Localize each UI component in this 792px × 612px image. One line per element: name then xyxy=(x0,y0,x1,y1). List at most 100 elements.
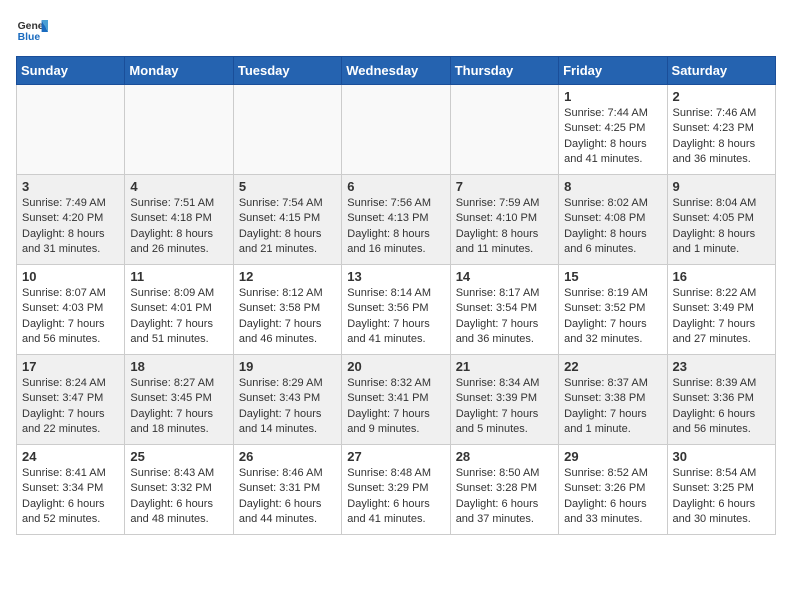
calendar-cell: 27Sunrise: 8:48 AMSunset: 3:29 PMDayligh… xyxy=(342,445,450,535)
day-info: Sunrise: 7:59 AMSunset: 4:10 PMDaylight:… xyxy=(456,196,553,258)
calendar-cell: 2 Sunrise: 7:46 AMSunset: 4:23 PMDaylight… xyxy=(667,85,775,175)
day-number: 17 xyxy=(22,359,119,374)
calendar-cell: 19 Sunrise: 8:29 AMSunset: 3:43 PMDayligh… xyxy=(233,355,341,445)
day-info: Sunrise: 8:27 AMSunset: 3:45 PMDaylight:… xyxy=(130,376,227,438)
calendar-cell: 6 Sunrise: 7:56 AMSunset: 4:13 PMDaylight… xyxy=(342,175,450,265)
day-info: Sunrise: 7:44 AMSunset: 4:25 PMDaylight:… xyxy=(564,106,661,168)
day-number: 18 xyxy=(130,359,227,374)
calendar-cell: 5 Sunrise: 7:54 AMSunset: 4:15 PMDaylight… xyxy=(233,175,341,265)
calendar-header: SundayMondayTuesdayWednesdayThursdayFrid… xyxy=(17,57,776,85)
day-header-friday: Friday xyxy=(559,57,667,85)
day-number: 3 xyxy=(22,179,119,194)
week-row-4: 17 Sunrise: 8:24 AMSunset: 3:47 PMDayligh… xyxy=(17,355,776,445)
day-info: Sunrise: 8:29 AMSunset: 3:43 PMDaylight:… xyxy=(239,376,336,438)
calendar-cell: 12 Sunrise: 8:12 AMSunset: 3:58 PMDayligh… xyxy=(233,265,341,355)
day-info: Sunrise: 8:14 AMSunset: 3:56 PMDaylight:… xyxy=(347,286,444,348)
calendar-cell: 7 Sunrise: 7:59 AMSunset: 4:10 PMDaylight… xyxy=(450,175,558,265)
day-number: 28 xyxy=(456,449,553,464)
day-info: Sunrise: 7:49 AMSunset: 4:20 PMDaylight:… xyxy=(22,196,119,258)
day-info: Sunrise: 7:54 AMSunset: 4:15 PMDaylight:… xyxy=(239,196,336,258)
day-info: Sunrise: 7:51 AMSunset: 4:18 PMDaylight:… xyxy=(130,196,227,258)
calendar-cell xyxy=(342,85,450,175)
day-info: Sunrise: 8:48 AMSunset: 3:29 PMDaylight:… xyxy=(347,466,444,528)
day-number: 6 xyxy=(347,179,444,194)
calendar-cell: 17 Sunrise: 8:24 AMSunset: 3:47 PMDayligh… xyxy=(17,355,125,445)
day-header-sunday: Sunday xyxy=(17,57,125,85)
week-row-1: 1 Sunrise: 7:44 AMSunset: 4:25 PMDaylight… xyxy=(17,85,776,175)
day-info: Sunrise: 8:19 AMSunset: 3:52 PMDaylight:… xyxy=(564,286,661,348)
calendar-cell: 18 Sunrise: 8:27 AMSunset: 3:45 PMDayligh… xyxy=(125,355,233,445)
day-info: Sunrise: 8:22 AMSunset: 3:49 PMDaylight:… xyxy=(673,286,770,348)
calendar-cell: 16 Sunrise: 8:22 AMSunset: 3:49 PMDayligh… xyxy=(667,265,775,355)
day-number: 10 xyxy=(22,269,119,284)
day-info: Sunrise: 8:02 AMSunset: 4:08 PMDaylight:… xyxy=(564,196,661,258)
day-number: 12 xyxy=(239,269,336,284)
day-number: 23 xyxy=(673,359,770,374)
day-info: Sunrise: 8:12 AMSunset: 3:58 PMDaylight:… xyxy=(239,286,336,348)
day-info: Sunrise: 8:50 AMSunset: 3:28 PMDaylight:… xyxy=(456,466,553,528)
day-info: Sunrise: 8:39 AMSunset: 3:36 PMDaylight:… xyxy=(673,376,770,438)
day-number: 25 xyxy=(130,449,227,464)
day-number: 20 xyxy=(347,359,444,374)
day-number: 22 xyxy=(564,359,661,374)
day-info: Sunrise: 7:56 AMSunset: 4:13 PMDaylight:… xyxy=(347,196,444,258)
day-number: 15 xyxy=(564,269,661,284)
day-info: Sunrise: 8:09 AMSunset: 4:01 PMDaylight:… xyxy=(130,286,227,348)
calendar-cell xyxy=(17,85,125,175)
day-number: 29 xyxy=(564,449,661,464)
calendar-cell: 1 Sunrise: 7:44 AMSunset: 4:25 PMDaylight… xyxy=(559,85,667,175)
day-header-tuesday: Tuesday xyxy=(233,57,341,85)
calendar-cell: 21 Sunrise: 8:34 AMSunset: 3:39 PMDayligh… xyxy=(450,355,558,445)
day-info: Sunrise: 8:24 AMSunset: 3:47 PMDaylight:… xyxy=(22,376,119,438)
day-header-wednesday: Wednesday xyxy=(342,57,450,85)
calendar-cell: 26 Sunrise: 8:46 AMSunset: 3:31 PMDayligh… xyxy=(233,445,341,535)
day-info: Sunrise: 8:04 AMSunset: 4:05 PMDaylight:… xyxy=(673,196,770,258)
calendar-cell: 20 Sunrise: 8:32 AMSunset: 3:41 PMDayligh… xyxy=(342,355,450,445)
day-number: 4 xyxy=(130,179,227,194)
week-row-3: 10 Sunrise: 8:07 AMSunset: 4:03 PMDayligh… xyxy=(17,265,776,355)
calendar-cell: 15 Sunrise: 8:19 AMSunset: 3:52 PMDayligh… xyxy=(559,265,667,355)
calendar-cell xyxy=(233,85,341,175)
svg-text:Blue: Blue xyxy=(18,32,41,43)
day-number: 1 xyxy=(564,89,661,104)
calendar-table: SundayMondayTuesdayWednesdayThursdayFrid… xyxy=(16,56,776,535)
day-info: Sunrise: 8:41 AMSunset: 3:34 PMDaylight:… xyxy=(22,466,119,528)
calendar-cell: 8 Sunrise: 8:02 AMSunset: 4:08 PMDaylight… xyxy=(559,175,667,265)
calendar-cell: 14 Sunrise: 8:17 AMSunset: 3:54 PMDayligh… xyxy=(450,265,558,355)
calendar-cell xyxy=(450,85,558,175)
day-info: Sunrise: 8:46 AMSunset: 3:31 PMDaylight:… xyxy=(239,466,336,528)
day-number: 26 xyxy=(239,449,336,464)
day-number: 2 xyxy=(673,89,770,104)
logo-icon: General Blue xyxy=(16,16,48,44)
day-header-saturday: Saturday xyxy=(667,57,775,85)
calendar-cell: 13Sunrise: 8:14 AMSunset: 3:56 PMDayligh… xyxy=(342,265,450,355)
day-header-thursday: Thursday xyxy=(450,57,558,85)
day-number: 7 xyxy=(456,179,553,194)
day-info: Sunrise: 8:17 AMSunset: 3:54 PMDaylight:… xyxy=(456,286,553,348)
day-info: Sunrise: 8:52 AMSunset: 3:26 PMDaylight:… xyxy=(564,466,661,528)
calendar-cell: 24 Sunrise: 8:41 AMSunset: 3:34 PMDayligh… xyxy=(17,445,125,535)
day-number: 21 xyxy=(456,359,553,374)
calendar-cell: 3 Sunrise: 7:49 AMSunset: 4:20 PMDaylight… xyxy=(17,175,125,265)
day-info: Sunrise: 8:34 AMSunset: 3:39 PMDaylight:… xyxy=(456,376,553,438)
day-number: 5 xyxy=(239,179,336,194)
calendar-cell: 25Sunrise: 8:43 AMSunset: 3:32 PMDayligh… xyxy=(125,445,233,535)
day-number: 14 xyxy=(456,269,553,284)
day-number: 19 xyxy=(239,359,336,374)
calendar-cell xyxy=(125,85,233,175)
day-number: 16 xyxy=(673,269,770,284)
day-number: 11 xyxy=(130,269,227,284)
day-info: Sunrise: 7:46 AMSunset: 4:23 PMDaylight:… xyxy=(673,106,770,168)
calendar-cell: 22 Sunrise: 8:37 AMSunset: 3:38 PMDayligh… xyxy=(559,355,667,445)
calendar-cell: 11 Sunrise: 8:09 AMSunset: 4:01 PMDayligh… xyxy=(125,265,233,355)
day-info: Sunrise: 8:07 AMSunset: 4:03 PMDaylight:… xyxy=(22,286,119,348)
calendar-cell: 10 Sunrise: 8:07 AMSunset: 4:03 PMDayligh… xyxy=(17,265,125,355)
week-row-5: 24 Sunrise: 8:41 AMSunset: 3:34 PMDayligh… xyxy=(17,445,776,535)
day-number: 24 xyxy=(22,449,119,464)
day-info: Sunrise: 8:32 AMSunset: 3:41 PMDaylight:… xyxy=(347,376,444,438)
day-number: 8 xyxy=(564,179,661,194)
day-info: Sunrise: 8:37 AMSunset: 3:38 PMDaylight:… xyxy=(564,376,661,438)
calendar-cell: 29 Sunrise: 8:52 AMSunset: 3:26 PMDayligh… xyxy=(559,445,667,535)
day-number: 9 xyxy=(673,179,770,194)
calendar-cell: 9 Sunrise: 8:04 AMSunset: 4:05 PMDaylight… xyxy=(667,175,775,265)
